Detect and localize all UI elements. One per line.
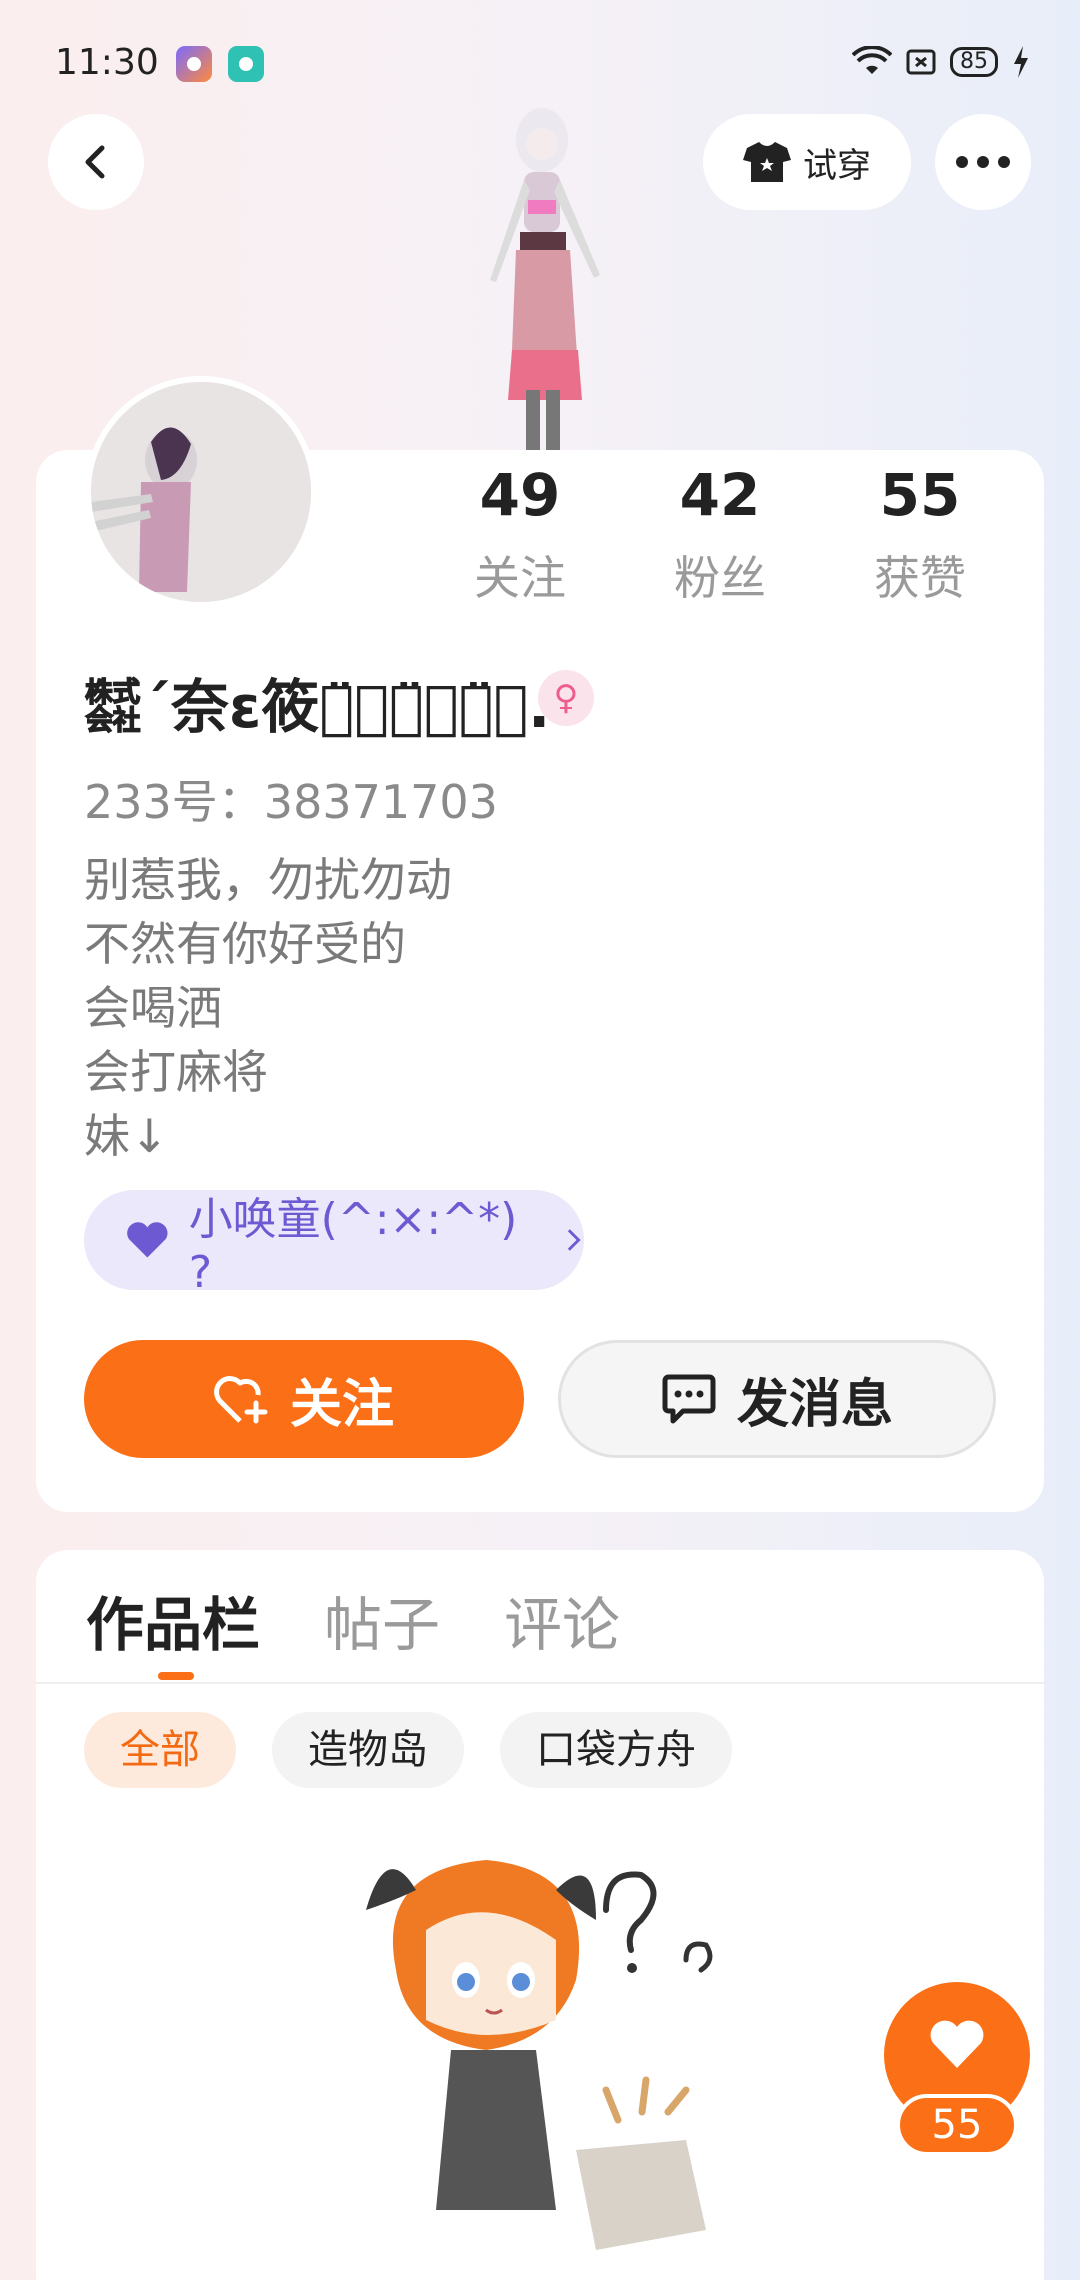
stat-label: 关注	[474, 551, 566, 605]
shirt-icon	[743, 142, 791, 182]
tab-works[interactable]: 作品栏	[86, 1580, 260, 1670]
more-button[interactable]	[935, 114, 1031, 210]
avatar-3d-figure	[490, 108, 600, 450]
tab-comments[interactable]: 评论	[504, 1580, 620, 1670]
follow-icon	[214, 1376, 268, 1424]
follow-button[interactable]: 关注	[84, 1340, 524, 1458]
stat-label: 获赞	[874, 551, 966, 605]
stat-value: 42	[679, 461, 761, 529]
more-icon	[956, 156, 1010, 168]
profile-stats: 49 关注 42 粉丝 55 获赞	[420, 460, 1020, 608]
works-filters: 全部 造物岛 口袋方舟	[84, 1712, 732, 1788]
try-on-label: 试穿	[803, 145, 871, 186]
charging-icon	[1014, 46, 1028, 78]
summon-chip-label: 小唤童(^:×:^*) ?	[188, 1193, 518, 1298]
app-icon-1	[176, 46, 212, 82]
app-icon-2	[228, 46, 264, 82]
message-button[interactable]: 发消息	[558, 1340, 996, 1458]
works-tabs: 作品栏 帖子 评论	[86, 1580, 620, 1670]
heart-icon	[127, 1222, 168, 1258]
bio-line: 妹↓	[84, 1109, 169, 1163]
filter-island[interactable]: 造物岛	[272, 1712, 464, 1788]
heart-icon	[930, 2020, 984, 2068]
bio-line: 会打麻将	[84, 1045, 268, 1099]
empty-state-illustration	[366, 1860, 713, 2250]
summon-chip[interactable]: 小唤童(^:×:^*) ?	[84, 1190, 584, 1298]
bio: 别惹我，勿扰勿动 不然有你好受的 会喝洒 会打麻将 妹↓	[84, 848, 452, 1168]
stat-value: 49	[479, 461, 561, 529]
tab-indicator	[158, 1672, 194, 1680]
tab-posts[interactable]: 帖子	[324, 1580, 440, 1670]
bio-line: 不然有你好受的	[84, 917, 406, 971]
works-card: 作品栏 帖子 评论 全部 造物岛 口袋方舟	[36, 1550, 1044, 2280]
wifi-icon	[852, 46, 892, 74]
chat-icon	[662, 1374, 716, 1424]
nickname: ㍿´奈ε筱ㄅ̈⃝ㄧ̈⃝ㄔ̈⃝.	[84, 673, 551, 741]
back-button[interactable]	[48, 114, 144, 210]
tab-divider	[36, 1682, 1044, 1684]
follow-label: 关注	[289, 1374, 394, 1435]
user-id: 233号：38371703	[84, 775, 498, 829]
avatar-image	[91, 382, 311, 602]
stat-label: 粉丝	[674, 551, 766, 605]
chevron-right-icon	[567, 1229, 581, 1251]
stat-following[interactable]: 49 关注	[420, 460, 620, 608]
stat-value: 55	[879, 461, 961, 529]
sim-icon	[906, 49, 936, 75]
filter-ark[interactable]: 口袋方舟	[500, 1712, 732, 1788]
avatar[interactable]	[85, 376, 317, 608]
back-icon	[85, 145, 105, 179]
status-time: 11:30	[55, 42, 159, 83]
bio-line: 会喝洒	[84, 981, 222, 1035]
filter-all[interactable]: 全部	[84, 1712, 236, 1788]
like-count: 55	[896, 2094, 1018, 2156]
try-on-button[interactable]: 试穿	[703, 114, 911, 210]
message-label: 发消息	[736, 1374, 893, 1435]
stat-likes[interactable]: 55 获赞	[820, 460, 1020, 608]
battery-icon: 85	[950, 47, 998, 77]
bio-line: 别惹我，勿扰勿动	[84, 853, 452, 907]
stat-followers[interactable]: 42 粉丝	[620, 460, 820, 608]
female-icon: ♀	[538, 670, 594, 726]
